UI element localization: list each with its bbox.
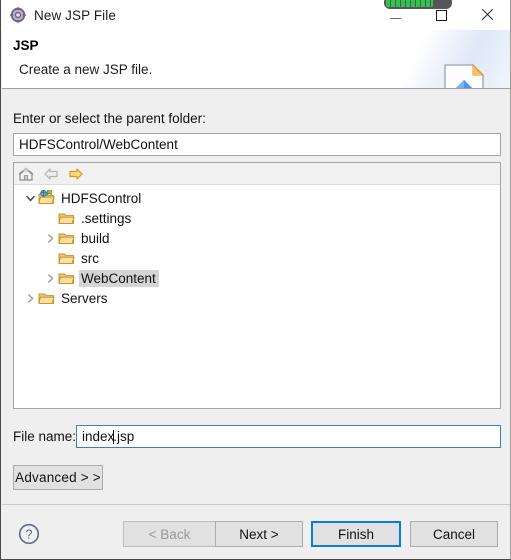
home-icon[interactable] [17,166,35,182]
page-title: JSP [13,38,39,53]
wizard-gear-icon [10,7,26,23]
new-jsp-file-dialog: New JSP File JSP Create a new JSP file. [0,0,511,560]
back-arrow-icon [42,166,60,182]
web-project-icon [38,189,55,206]
back-button[interactable]: < Back [123,521,216,547]
tree-node-servers[interactable]: Servers [14,288,500,308]
forward-arrow-icon[interactable] [67,166,85,182]
file-name-input[interactable]: index.jsp [76,425,501,448]
close-button[interactable] [464,0,510,30]
parent-folder-input[interactable]: HDFSControl/WebContent [13,133,501,156]
tree-node-build[interactable]: build [14,228,500,248]
file-name-value-after-caret: .jsp [113,429,135,444]
title-bar: New JSP File [1,0,510,30]
page-description: Create a new JSP file. [19,62,153,77]
progress-pill-fill [386,0,433,7]
tree-node-label: .settings [81,210,132,226]
banner-glow [351,30,510,88]
window-title: New JSP File [34,7,116,23]
chevron-down-icon[interactable] [22,190,38,206]
maximize-icon [435,9,447,21]
tree-node-src[interactable]: src [14,248,500,268]
tree-node-settings[interactable]: .settings [14,208,500,228]
folder-icon [38,290,55,306]
tree-body: HDFSControl .settings build src WebConte… [14,185,500,308]
progress-pill [384,0,452,9]
finish-button[interactable]: Finish [311,521,401,547]
tree-node-label: WebContent [79,269,159,287]
tree-node-label: Servers [61,290,108,306]
dialog-footer: ? < Back Next > Finish Cancel [2,505,510,559]
file-name-value: index.jsp [82,429,134,444]
advanced-button[interactable]: Advanced > > [13,465,103,490]
dialog-body: Enter or select the parent folder: HDFSC… [2,89,510,504]
folder-icon [58,270,75,286]
svg-text:?: ? [26,527,33,541]
parent-folder-value: HDFSControl/WebContent [19,137,178,152]
folder-icon [58,210,75,226]
next-button[interactable]: Next > [215,521,303,547]
wizard-banner: JSP Create a new JSP file. [2,30,510,88]
tree-node-hdfscontrol[interactable]: HDFSControl [14,188,500,208]
tree-node-label: build [81,230,110,246]
minimize-icon [389,18,401,19]
help-question-icon[interactable]: ? [18,523,40,545]
twisty-placeholder [42,210,58,226]
folder-icon [58,230,75,246]
tree-node-label: HDFSControl [61,190,142,206]
chevron-right-icon[interactable] [42,270,58,286]
tree-node-webcontent[interactable]: WebContent [14,268,500,288]
cancel-button[interactable]: Cancel [410,521,498,547]
folder-tree-panel[interactable]: HDFSControl .settings build src WebConte… [13,162,501,409]
close-icon [480,8,494,22]
tree-node-label: src [81,250,99,266]
twisty-placeholder [42,250,58,266]
file-name-label: File name: [13,429,77,444]
parent-folder-label: Enter or select the parent folder: [13,111,206,126]
jsp-page-wizard-icon [443,63,487,88]
chevron-right-icon[interactable] [22,290,38,306]
tree-toolbar [14,163,500,185]
file-name-value-before-caret: index [82,429,115,444]
folder-icon [58,250,75,266]
chevron-right-icon[interactable] [42,230,58,246]
